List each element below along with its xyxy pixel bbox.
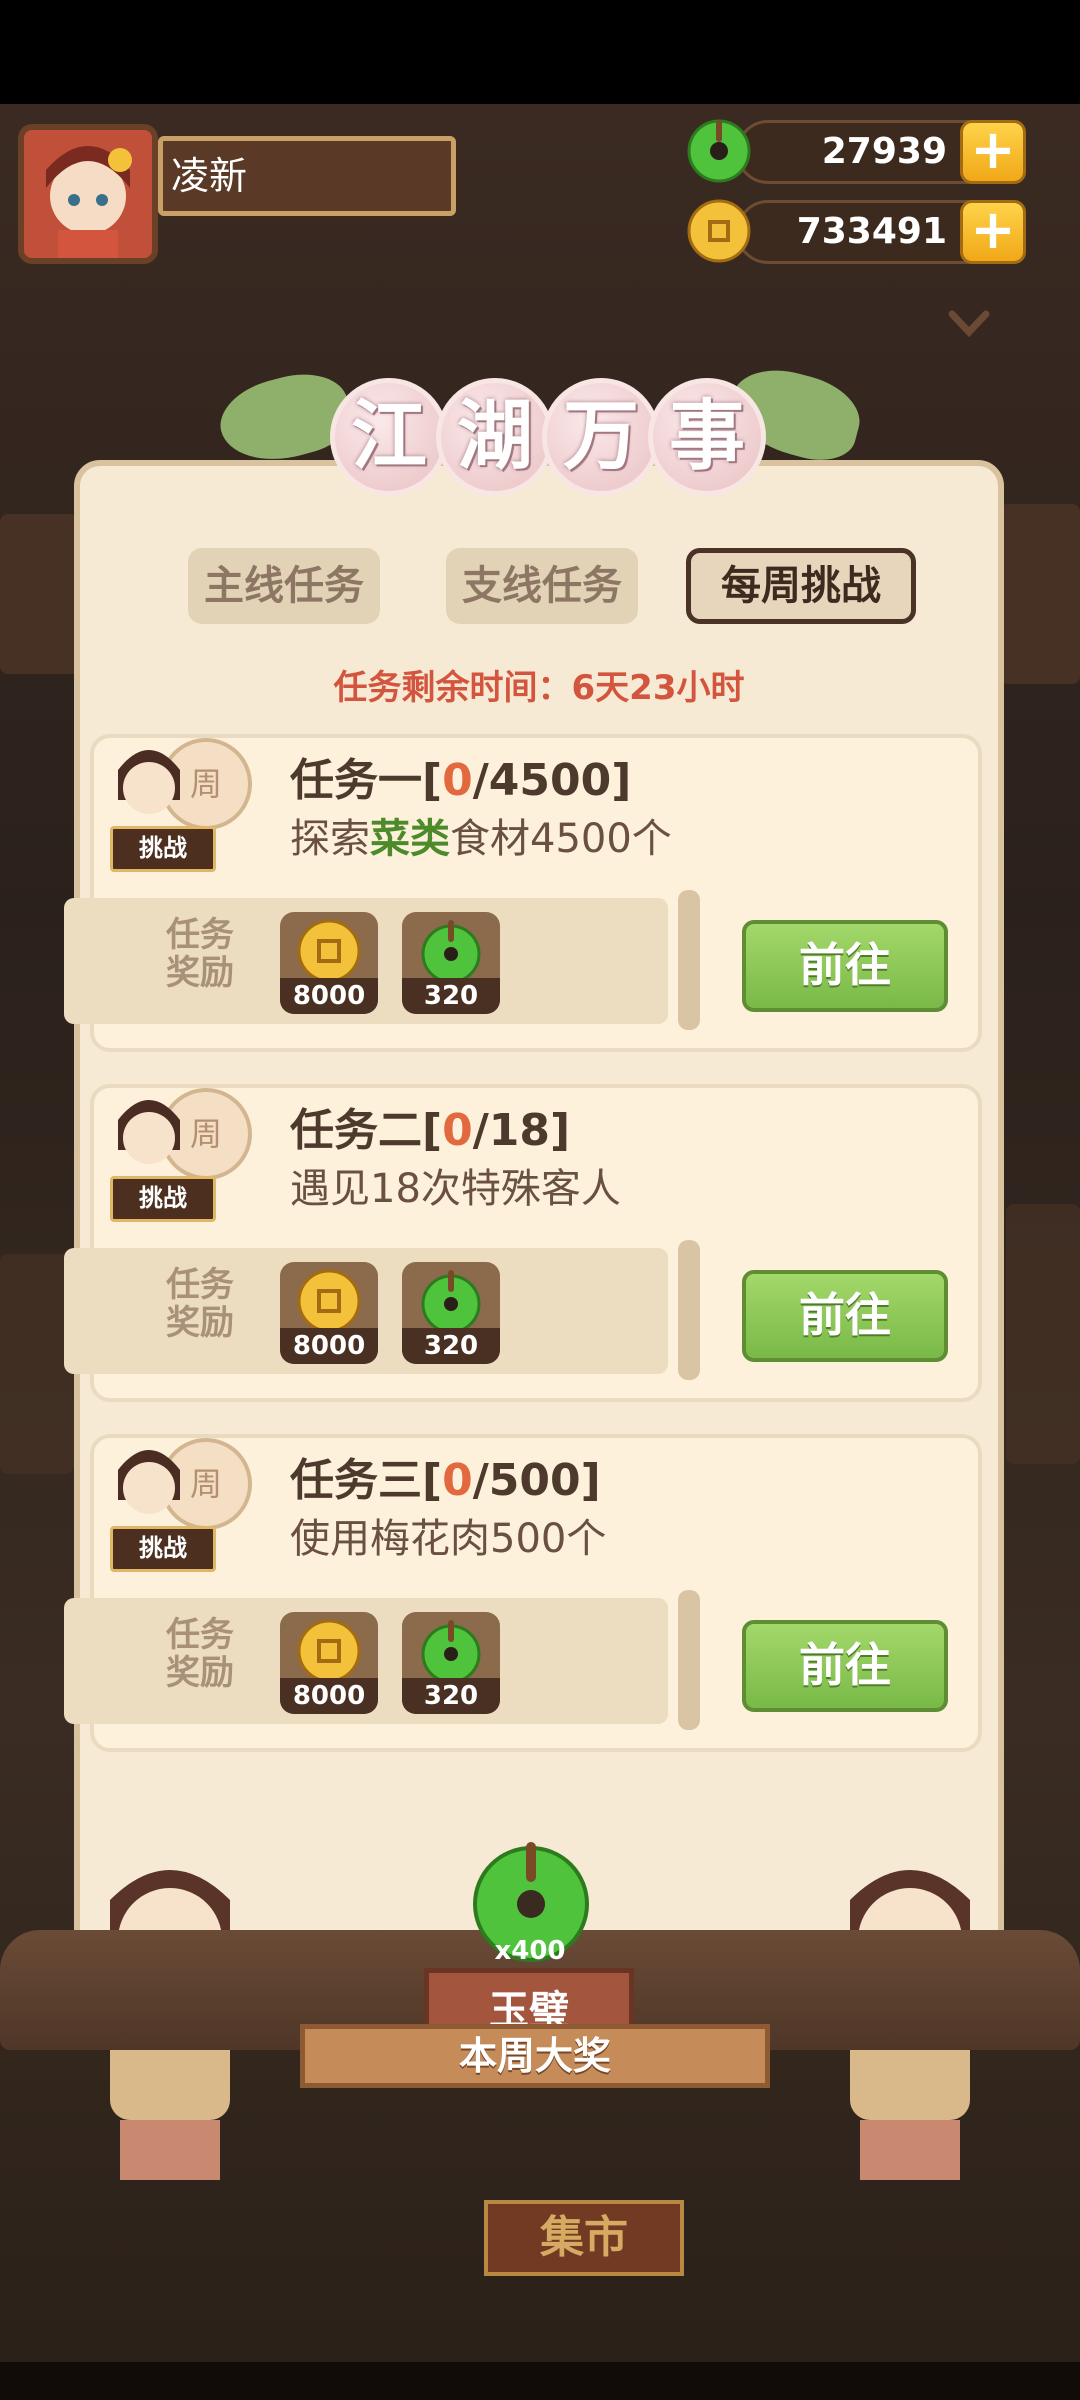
task-title: 任务一[0/4500] bbox=[290, 744, 631, 808]
task-card: 周 挑战 任务二[0/18] 遇见18次特殊客人 任务奖励 8000 320 前… bbox=[64, 1084, 982, 1402]
reward-item[interactable]: 320 bbox=[402, 912, 500, 1014]
player-avatar[interactable] bbox=[18, 124, 158, 264]
reward-item[interactable]: 8000 bbox=[280, 912, 378, 1014]
title-char: 湖 bbox=[436, 378, 554, 496]
task-progress: 0 bbox=[442, 1455, 473, 1506]
title-char: 万 bbox=[542, 378, 660, 496]
tab-main-quest[interactable]: 主线任务 bbox=[188, 548, 380, 624]
gold-coin-icon bbox=[294, 1616, 364, 1686]
panel-title: 江 湖 万 事 bbox=[211, 358, 869, 508]
weekly-badge: 周 挑战 bbox=[100, 730, 252, 880]
reward-item[interactable]: 320 bbox=[402, 1612, 500, 1714]
task-title-suffix: /4500] bbox=[472, 755, 632, 806]
task-description: 遇见18次特殊客人 bbox=[290, 1156, 621, 1214]
tab-side-quest[interactable]: 支线任务 bbox=[446, 548, 638, 624]
task-title-suffix: /18] bbox=[472, 1105, 571, 1156]
reward-count: 320 bbox=[402, 1678, 500, 1714]
task-title-prefix: 任务一[ bbox=[290, 755, 443, 806]
status-bar-area bbox=[0, 0, 1080, 104]
go-button[interactable]: 前往 bbox=[742, 920, 948, 1012]
bottom-bar bbox=[0, 2362, 1080, 2400]
task-desc-text: 遇见18次特殊客人 bbox=[290, 1166, 621, 1212]
task-card: 周 挑战 任务三[0/500] 使用梅花肉500个 任务奖励 8000 320 bbox=[64, 1434, 982, 1752]
reward-item[interactable]: 320 bbox=[402, 1262, 500, 1364]
tab-weekly-challenge[interactable]: 每周挑战 bbox=[686, 548, 916, 624]
jade-icon bbox=[416, 916, 486, 986]
challenge-label: 挑战 bbox=[110, 1176, 216, 1222]
go-button[interactable]: 前往 bbox=[742, 1620, 948, 1712]
chevron-down-icon[interactable] bbox=[946, 300, 992, 346]
grand-prize-count: x400 bbox=[494, 1936, 566, 1966]
scroll-end bbox=[678, 890, 700, 1030]
task-title-suffix: /500] bbox=[472, 1455, 601, 1506]
jade-icon bbox=[416, 1616, 486, 1686]
reward-label: 任务奖励 bbox=[166, 1615, 234, 1693]
gold-coin-icon bbox=[294, 916, 364, 986]
title-char: 江 bbox=[330, 378, 448, 496]
add-coin-button[interactable]: + bbox=[960, 200, 1026, 264]
go-button[interactable]: 前往 bbox=[742, 1270, 948, 1362]
add-jade-button[interactable]: + bbox=[960, 120, 1026, 184]
jade-icon bbox=[686, 118, 752, 184]
reward-count: 8000 bbox=[280, 978, 378, 1014]
scroll-end bbox=[678, 1590, 700, 1730]
weekly-badge: 周 挑战 bbox=[100, 1080, 252, 1230]
task-title: 任务二[0/18] bbox=[290, 1094, 570, 1158]
reward-count: 320 bbox=[402, 978, 500, 1014]
weekly-badge: 周 挑战 bbox=[100, 1430, 252, 1580]
market-sign: 集市 bbox=[484, 2200, 684, 2276]
reward-count: 8000 bbox=[280, 1328, 378, 1364]
task-description: 使用梅花肉500个 bbox=[290, 1506, 606, 1564]
task-description: 探索菜类食材4500个 bbox=[290, 806, 672, 864]
grand-prize-label: 本周大奖 bbox=[300, 2024, 770, 2088]
task-title-prefix: 任务二[ bbox=[290, 1105, 443, 1156]
chef-head-icon bbox=[110, 730, 188, 830]
title-char: 事 bbox=[648, 378, 766, 496]
gold-coin-icon bbox=[686, 198, 752, 264]
challenge-label: 挑战 bbox=[110, 826, 216, 872]
task-desc-text: 探索 bbox=[290, 816, 370, 862]
remaining-time: 任务剩余时间：6天23小时 bbox=[333, 668, 745, 708]
chef-head-icon bbox=[110, 1430, 188, 1530]
player-name: 凌新 bbox=[158, 136, 456, 216]
jade-icon bbox=[416, 1266, 486, 1336]
task-desc-highlight: 菜类 bbox=[370, 816, 450, 862]
reward-item[interactable]: 8000 bbox=[280, 1262, 378, 1364]
reward-label: 任务奖励 bbox=[166, 1265, 234, 1343]
gold-coin-icon bbox=[294, 1266, 364, 1336]
task-desc-text: 使用梅花肉500个 bbox=[290, 1516, 607, 1562]
task-desc-text: 食材4500个 bbox=[450, 816, 672, 862]
reward-label: 任务奖励 bbox=[166, 915, 234, 993]
challenge-label: 挑战 bbox=[110, 1526, 216, 1572]
scroll-end bbox=[678, 1240, 700, 1380]
task-progress: 0 bbox=[442, 1105, 473, 1156]
task-card: 周 挑战 任务一[0/4500] 探索菜类食材4500个 任务奖励 8000 3… bbox=[64, 734, 982, 1052]
reward-count: 8000 bbox=[280, 1678, 378, 1714]
reward-count: 320 bbox=[402, 1328, 500, 1364]
task-progress: 0 bbox=[442, 755, 473, 806]
chef-head-icon bbox=[110, 1080, 188, 1180]
task-title-prefix: 任务三[ bbox=[290, 1455, 443, 1506]
reward-item[interactable]: 8000 bbox=[280, 1612, 378, 1714]
task-title: 任务三[0/500] bbox=[290, 1444, 601, 1508]
